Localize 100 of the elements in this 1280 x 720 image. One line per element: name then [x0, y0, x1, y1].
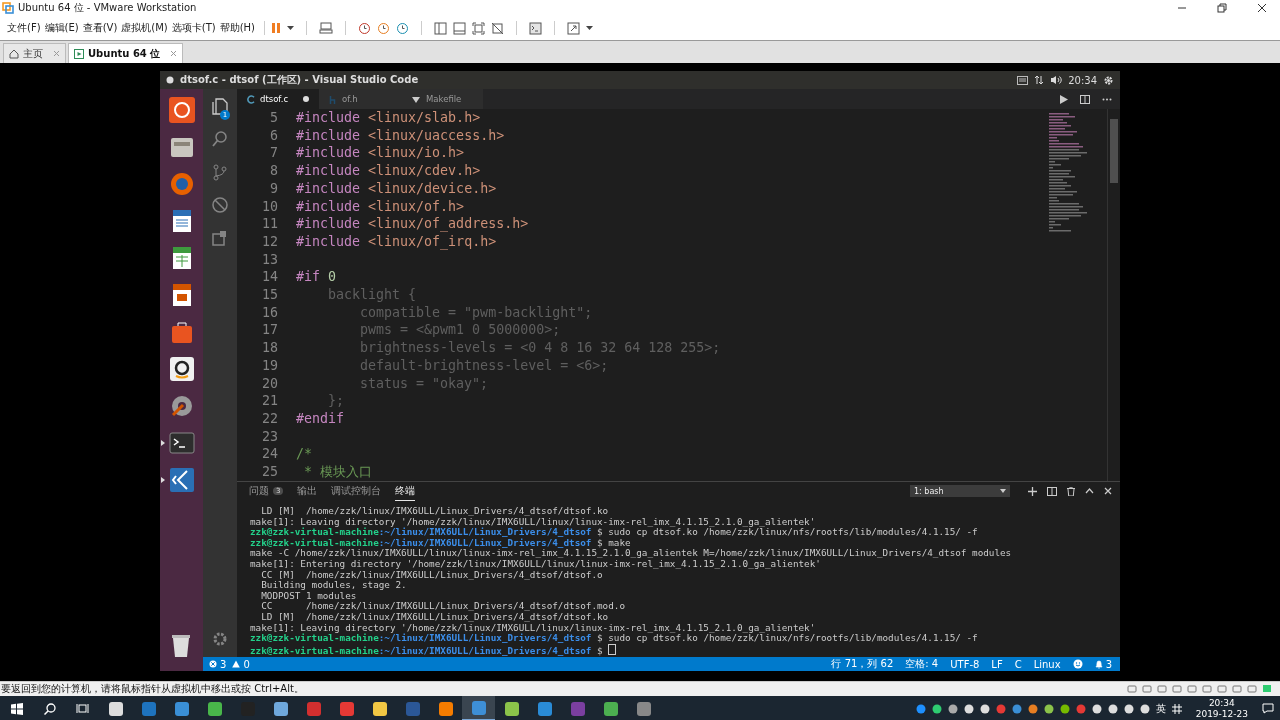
input-method-indicator[interactable]: 英 — [1155, 701, 1166, 716]
status-item[interactable]: Linux — [1033, 658, 1061, 670]
terminal-icon[interactable] — [168, 430, 195, 456]
tray-icon[interactable] — [1043, 703, 1054, 714]
editor-tab[interactable]: dtsof.c — [237, 89, 319, 109]
run-icon[interactable] — [1060, 94, 1068, 104]
letter-a-icon[interactable] — [168, 356, 195, 382]
files-icon[interactable] — [211, 97, 229, 115]
clock[interactable]: 20:34 2019-12-23 — [1195, 697, 1248, 720]
menu-item[interactable]: 虚拟机(M) — [120, 21, 171, 35]
network-arrows-icon[interactable] — [1034, 75, 1045, 85]
monitor-keyboard-icon[interactable] — [319, 22, 334, 34]
errors-indicator[interactable]: 3 — [209, 658, 227, 670]
terminal-line: Building modules, stage 2. — [260, 580, 407, 591]
task-view-icon[interactable] — [76, 703, 89, 714]
clock-icon[interactable] — [358, 21, 372, 35]
notification-icon[interactable] — [1262, 703, 1274, 714]
keyboard-icon[interactable] — [1017, 75, 1029, 85]
caret-icon[interactable] — [586, 25, 594, 31]
gear-icon[interactable] — [1103, 74, 1114, 86]
terminal-dropdown[interactable]: 1: bash — [910, 485, 1010, 497]
tray-icon[interactable] — [1139, 703, 1150, 714]
tray-icon[interactable] — [915, 703, 926, 714]
tab[interactable]: Ubuntu 64 位 — [68, 43, 184, 63]
notifications-indicator[interactable]: 3 — [1094, 658, 1112, 670]
status-item[interactable]: UTF-8 — [950, 658, 980, 670]
unsaved-dot-icon[interactable] — [303, 96, 309, 102]
status-item[interactable]: 行 71，列 62 — [831, 657, 894, 671]
code-line: #include <linux/device.h> — [296, 179, 497, 198]
terminal-line: LD [M] /home/zzk/linux/IMX6ULL/Linux_Drivers/4_dtsof/dtsof.ko — [260, 506, 610, 517]
more-icon[interactable] — [1102, 97, 1112, 101]
tray-icon[interactable] — [1107, 703, 1118, 714]
tab[interactable]: 主页 — [3, 43, 66, 63]
line-number: 16 — [261, 303, 279, 322]
clock-icon[interactable] — [377, 21, 391, 35]
panel-tab[interactable]: 输出 — [297, 482, 318, 500]
scrollbar-thumb[interactable] — [1110, 119, 1118, 183]
tray-icon[interactable] — [1059, 703, 1070, 714]
volume-icon[interactable] — [1050, 75, 1063, 85]
caret-icon[interactable] — [287, 25, 295, 31]
chevron-up-icon[interactable] — [1085, 488, 1094, 494]
menu-item[interactable]: 文件(F) — [6, 21, 44, 35]
fullscreen-icon[interactable] — [472, 21, 486, 35]
windows-logo-icon[interactable] — [10, 702, 23, 715]
search-icon[interactable] — [43, 702, 56, 715]
split-terminal-icon[interactable] — [1047, 486, 1057, 496]
terminal-line: make[1]: Entering directory '/home/zzk/linux/IMX6ULL/linux/linux-imx-rel_imx_4.1.15_2.1.0_ga_alientek' — [250, 558, 821, 570]
caret-icon — [1000, 489, 1006, 493]
crossed-window-icon[interactable] — [491, 21, 505, 35]
code-editor-icon[interactable] — [168, 467, 195, 493]
editor-tab[interactable]: of.h — [319, 89, 401, 109]
status-item[interactable]: C — [1014, 658, 1022, 670]
line-number: 22 — [261, 409, 279, 428]
vmware-logo-icon — [2, 2, 14, 14]
close-dot-icon[interactable] — [166, 76, 174, 84]
ubuntu-logo-icon[interactable] — [168, 97, 195, 123]
fox-globe-icon[interactable] — [168, 171, 195, 197]
tray-icon[interactable] — [1091, 703, 1102, 714]
clock[interactable]: 20:34 — [1068, 74, 1097, 86]
tray-icon[interactable] — [931, 703, 942, 714]
tray-icon[interactable] — [1123, 703, 1134, 714]
pause-icon[interactable] — [271, 22, 282, 34]
warnings-indicator[interactable]: 0 — [232, 658, 250, 670]
tray-icon[interactable] — [979, 703, 990, 714]
close-icon[interactable] — [1104, 487, 1112, 495]
menu-item[interactable]: 选项卡(T) — [170, 21, 219, 35]
grid-icon[interactable] — [1171, 703, 1182, 714]
tray-icon[interactable] — [1027, 703, 1038, 714]
panel-tab[interactable]: 调试控制台 — [331, 482, 382, 500]
line-number: 24 — [261, 445, 279, 464]
clock-icon[interactable] — [396, 21, 410, 35]
status-item[interactable]: 空格: 4 — [905, 657, 939, 671]
trash-icon[interactable] — [1067, 486, 1075, 496]
editor-tab[interactable]: Makefile — [401, 89, 483, 109]
app-icon — [569, 700, 586, 717]
split-editor-icon[interactable] — [1080, 94, 1090, 104]
extensions-icon[interactable] — [211, 229, 229, 247]
console-icon[interactable] — [529, 21, 543, 35]
add-icon[interactable] — [1028, 486, 1037, 496]
stretch-icon[interactable] — [567, 21, 581, 35]
sidebar-layout-icon[interactable] — [434, 21, 448, 35]
tray-icon[interactable] — [947, 703, 958, 714]
status-item[interactable]: LF — [991, 658, 1003, 670]
line-number: 13 — [261, 250, 279, 269]
code-line: status = "okay"; — [359, 374, 489, 393]
app-icon — [536, 700, 553, 717]
branch-icon[interactable] — [211, 163, 229, 181]
panel-layout-icon[interactable] — [453, 21, 467, 35]
menu-item[interactable]: 编辑(E) — [43, 21, 82, 35]
home-icon — [9, 48, 19, 59]
code-line: #include <linux/of_irq.h> — [296, 232, 497, 251]
menu-item[interactable]: 查看(V) — [81, 21, 121, 35]
menu-item[interactable]: 帮助(H) — [218, 21, 259, 35]
terminal-line: zzk@zzk-virtual-machine:~/linux/IMX6ULL/Linux_Drivers/4_dtsof $ make — [250, 537, 631, 549]
panel-tab[interactable]: 终端 — [395, 481, 416, 501]
smiley-icon[interactable] — [1072, 659, 1083, 669]
code-line: #include <linux/slab.h> — [296, 109, 481, 127]
code-line: #if 0 — [296, 268, 337, 287]
app-icon — [107, 700, 124, 717]
tray-icon[interactable] — [963, 703, 974, 714]
